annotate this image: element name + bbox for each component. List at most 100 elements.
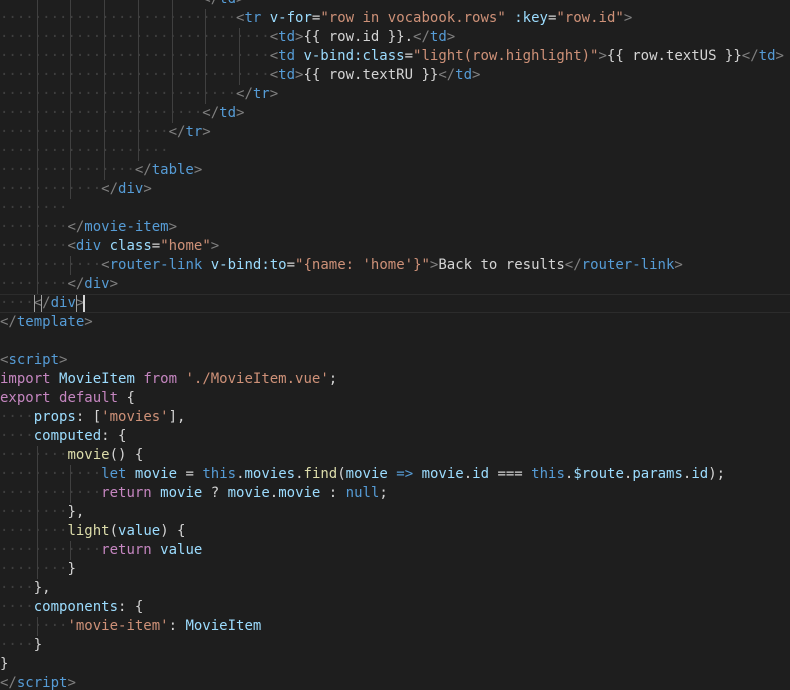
code-line[interactable]: ································ <td>{{ r… <box>0 66 790 85</box>
code-token: < <box>269 29 279 45</box>
code-token: "row.id" <box>556 10 624 26</box>
indent-guide <box>205 47 207 66</box>
code-line[interactable]: } <box>0 655 790 674</box>
code-line[interactable]: ········} <box>0 560 790 579</box>
indent-guide <box>70 9 72 28</box>
code-line[interactable]: ························</td> <box>0 0 790 9</box>
code-token: find <box>303 466 338 482</box>
code-token: movie <box>160 485 203 501</box>
code-token: v-bind:class <box>303 48 405 64</box>
code-token: > <box>472 67 481 83</box>
indent-guide <box>171 28 173 47</box>
code-token: > <box>775 48 784 64</box>
code-token: "row in vocabook.rows" <box>320 10 506 26</box>
code-line[interactable]: ················ </table> <box>0 161 790 180</box>
indent-guide <box>137 47 139 66</box>
code-line[interactable]: ············ <router-link v-bind:to="{nam… <box>0 256 790 275</box>
code-line[interactable]: ········ <box>0 199 790 218</box>
code-token: router-link <box>109 257 203 273</box>
code-line[interactable]: import MovieItem from './MovieItem.vue'; <box>0 370 790 389</box>
code-line[interactable]: ············ return movie ? movie.movie :… <box>0 484 790 503</box>
code-line[interactable]: ····} <box>0 636 790 655</box>
code-line[interactable]: ············ return value <box>0 541 790 560</box>
code-line[interactable]: ····computed: { <box>0 427 790 446</box>
code-token: td <box>278 67 296 83</box>
code-line[interactable]: ········'movie-item': MovieItem <box>0 617 790 636</box>
code-line[interactable]: ································ <td v-bi… <box>0 47 790 66</box>
indent-guide <box>70 142 72 161</box>
code-line[interactable]: ································ <td>{{ r… <box>0 28 790 47</box>
code-line[interactable] <box>0 332 790 351</box>
indent-guide <box>205 85 207 104</box>
code-token: = <box>404 48 414 64</box>
text-cursor <box>83 294 86 312</box>
code-line[interactable]: ························</td> <box>0 104 790 123</box>
code-line[interactable]: ···························· </tr> <box>0 85 790 104</box>
code-line[interactable]: ····props: ['movies'], <box>0 408 790 427</box>
code-token: MovieItem <box>59 371 135 387</box>
code-token: }" <box>413 257 430 273</box>
code-line[interactable]: ····}, <box>0 579 790 598</box>
code-line[interactable]: ········ light(value) { <box>0 522 790 541</box>
code-token: default <box>59 390 119 406</box>
code-token: td <box>278 48 296 64</box>
code-token: div <box>118 181 144 197</box>
code-token: > <box>143 181 152 197</box>
code-token: null <box>345 485 380 501</box>
code-token: 'home' <box>362 257 414 273</box>
code-token: export <box>0 390 51 406</box>
code-line[interactable]: ····</div> <box>0 294 790 313</box>
code-line[interactable]: ········ </div> <box>0 275 790 294</box>
code-token: > <box>168 219 178 235</box>
code-line[interactable]: ········}, <box>0 503 790 522</box>
indent-whitespace: ···· <box>0 580 34 596</box>
code-line[interactable]: </script> <box>0 674 790 690</box>
code-line[interactable]: </template> <box>0 313 790 332</box>
code-line[interactable]: ············ </div> <box>0 180 790 199</box>
code-token: tr <box>244 10 262 26</box>
code-line[interactable]: ········ </movie-item> <box>0 218 790 237</box>
code-token: > <box>210 238 220 254</box>
code-token: :key <box>514 10 548 26</box>
code-token: import <box>0 371 51 387</box>
indent-guide <box>36 28 38 47</box>
indent-guide <box>104 9 106 28</box>
code-line[interactable]: ········ movie() { <box>0 446 790 465</box>
code-token: }, <box>33 580 51 596</box>
indent-guide <box>36 85 38 104</box>
code-line[interactable]: ········ <div class="home"> <box>0 237 790 256</box>
code-token: }, <box>67 504 85 520</box>
code-token: < <box>67 238 76 254</box>
code-token: ; <box>328 371 338 387</box>
indent-guide <box>137 104 139 123</box>
code-token: > <box>674 257 683 273</box>
indent-guide <box>36 503 38 522</box>
code-token: movie <box>278 485 321 501</box>
code-line[interactable]: ···················· </tr> <box>0 123 790 142</box>
indent-whitespace: ········ <box>0 238 68 254</box>
code-token: > <box>236 105 245 121</box>
indent-whitespace: ································ <box>0 48 270 64</box>
code-line[interactable]: export default { <box>0 389 790 408</box>
code-token: td <box>429 29 447 45</box>
code-token: } <box>67 561 76 577</box>
code-line[interactable]: ····components: { <box>0 598 790 617</box>
indent-whitespace: ···· <box>0 428 34 444</box>
code-line[interactable]: ············ let movie = this.movies.find… <box>0 465 790 484</box>
code-line[interactable]: ···························· <tr v-for="r… <box>0 9 790 28</box>
indent-whitespace: ········ <box>0 200 68 216</box>
code-token: > <box>202 124 211 140</box>
code-editor[interactable]: ························</td>···········… <box>0 0 790 690</box>
code-token: </ <box>236 86 253 102</box>
code-token: {{ row.textUS }} <box>606 48 742 64</box>
indent-whitespace: ········ <box>0 219 68 235</box>
code-token: id <box>472 466 490 482</box>
code-line[interactable]: <script> <box>0 351 790 370</box>
indent-guide <box>239 28 241 47</box>
indent-guide <box>104 28 106 47</box>
indent-guide <box>36 446 38 465</box>
code-line[interactable]: ···················· <box>0 142 790 161</box>
indent-whitespace: ···························· <box>0 86 237 102</box>
